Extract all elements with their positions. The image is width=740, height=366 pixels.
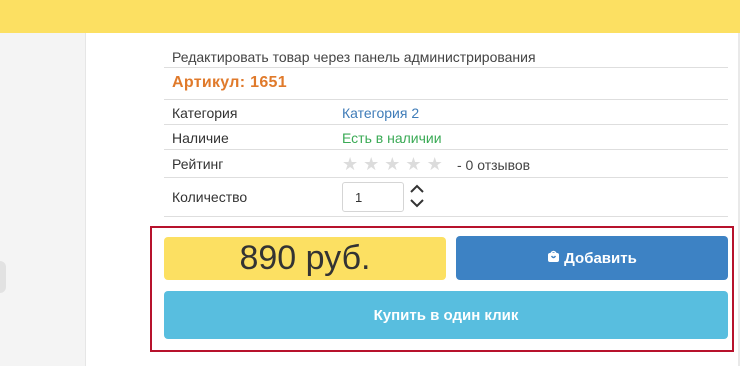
- admin-edit-link[interactable]: Редактировать товар через панель админис…: [172, 48, 536, 66]
- star-icon[interactable]: ★: [363, 154, 379, 174]
- gallery-arrow-edge[interactable]: [0, 261, 6, 293]
- top-header-bar: [0, 0, 740, 33]
- quantity-value: 1: [355, 190, 363, 205]
- chevron-down-icon[interactable]: [409, 196, 425, 210]
- product-price: 890 руб.: [164, 237, 446, 280]
- quantity-input[interactable]: 1: [342, 182, 404, 212]
- product-sku: Артикул: 1651: [172, 74, 287, 91]
- quantity-label: Количество: [172, 189, 248, 205]
- availability-label: Наличие: [172, 130, 229, 146]
- availability-status: Есть в наличии: [342, 130, 442, 146]
- star-icon[interactable]: ★: [384, 154, 400, 174]
- quantity-stepper[interactable]: [409, 182, 425, 212]
- rating-stars[interactable]: ★ ★ ★ ★ ★: [342, 154, 443, 174]
- buy-one-click-button[interactable]: Купить в один клик: [164, 291, 728, 339]
- admin-edit-row: Редактировать товар через панель админис…: [164, 44, 728, 68]
- category-link[interactable]: Категория 2: [342, 104, 419, 122]
- add-to-cart-label: Добавить: [564, 249, 637, 267]
- star-icon[interactable]: ★: [405, 154, 421, 174]
- category-label: Категория: [172, 105, 238, 121]
- quantity-row: Количество 1: [164, 178, 728, 217]
- add-to-cart-button[interactable]: Добавить: [456, 236, 728, 280]
- star-icon[interactable]: ★: [427, 154, 443, 174]
- chevron-up-icon[interactable]: [409, 182, 425, 196]
- bag-icon: [547, 250, 560, 267]
- star-icon[interactable]: ★: [342, 154, 358, 174]
- availability-row: Наличие Есть в наличии: [164, 124, 728, 150]
- sku-row: Артикул: 1651: [164, 67, 728, 96]
- product-image-panel: [0, 33, 86, 366]
- category-row: Категория Категория 2: [164, 99, 728, 125]
- rating-row: Рейтинг ★ ★ ★ ★ ★ - 0 отзывов: [164, 150, 728, 178]
- rating-label: Рейтинг: [172, 156, 224, 172]
- reviews-count[interactable]: - 0 отзывов: [457, 156, 530, 174]
- buy-one-click-label: Купить в один клик: [373, 306, 519, 324]
